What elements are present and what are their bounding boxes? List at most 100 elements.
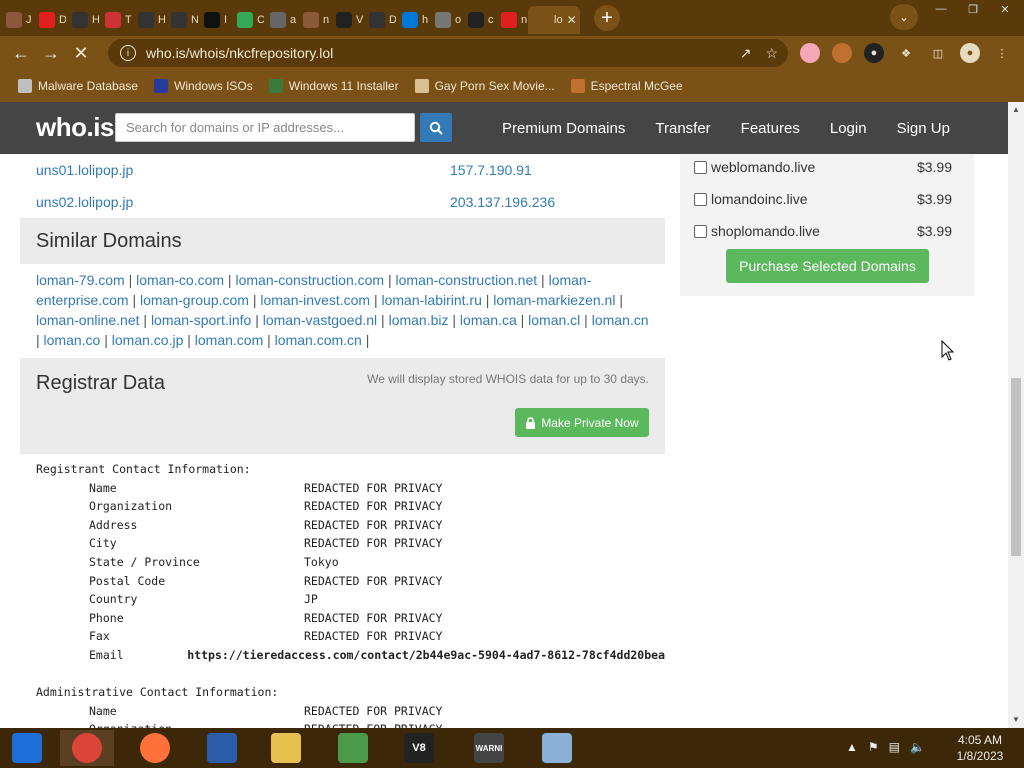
- make-private-button[interactable]: Make Private Now: [515, 408, 649, 437]
- minimize-icon[interactable]: —: [926, 0, 956, 18]
- forward-arrow-icon[interactable]: →: [36, 38, 66, 68]
- domain-checkbox[interactable]: [694, 224, 707, 238]
- nameserver-host[interactable]: uns01.lolipop.jp: [20, 162, 450, 178]
- close-window-icon[interactable]: ✕: [990, 0, 1020, 18]
- similar-domain-link[interactable]: loman-markiezen.nl: [493, 292, 615, 308]
- search-button[interactable]: [420, 113, 452, 142]
- scroll-up-icon[interactable]: ▲: [1012, 105, 1020, 114]
- similar-domain-link[interactable]: loman-group.com: [140, 292, 249, 308]
- restore-icon[interactable]: ❐: [958, 0, 988, 18]
- suggested-domain[interactable]: weblomando.live: [711, 159, 815, 175]
- back-arrow-icon[interactable]: ←: [6, 38, 36, 68]
- avatar-extension-icon[interactable]: [832, 43, 852, 63]
- profile-icon[interactable]: ●: [960, 43, 980, 63]
- browser-tab[interactable]: J: [0, 6, 33, 34]
- browser-tab[interactable]: C: [231, 6, 264, 34]
- warning-app[interactable]: WARNI: [462, 730, 516, 766]
- bookmark-item[interactable]: Windows 11 Installer: [268, 79, 399, 93]
- start-button[interactable]: [0, 730, 54, 766]
- browser-tab[interactable]: I: [198, 6, 231, 34]
- similar-domain-link[interactable]: loman-vastgoed.nl: [263, 312, 377, 328]
- scrollbar-thumb[interactable]: [1011, 378, 1021, 556]
- clock[interactable]: 4:05 AM 1/8/2023: [948, 732, 1012, 764]
- similar-domain-link[interactable]: loman-79.com: [36, 272, 125, 288]
- nav-sign-up[interactable]: Sign Up: [897, 120, 950, 137]
- similar-domain-link[interactable]: loman-invest.com: [260, 292, 370, 308]
- browser-tab[interactable]: N: [165, 6, 198, 34]
- domain-checkbox[interactable]: [694, 160, 707, 174]
- similar-domain-link[interactable]: loman.cl: [528, 312, 580, 328]
- tray-overflow-icon[interactable]: ▲: [846, 740, 858, 754]
- network-app[interactable]: [326, 730, 380, 766]
- suggested-domain[interactable]: lomandoinc.live: [711, 191, 808, 207]
- site-info-icon[interactable]: i: [120, 45, 136, 61]
- bookmark-item[interactable]: Gay Porn Sex Movie...: [414, 79, 555, 93]
- firefox-app[interactable]: [128, 730, 182, 766]
- share-icon[interactable]: ↗: [740, 45, 752, 62]
- similar-domain-link[interactable]: loman-construction.com: [235, 272, 384, 288]
- similar-domain-link[interactable]: loman.co.jp: [112, 332, 184, 348]
- nav-features[interactable]: Features: [741, 120, 800, 137]
- similar-domain-link[interactable]: loman.com.cn: [275, 332, 362, 348]
- bookmark-star-icon[interactable]: ☆: [765, 45, 778, 62]
- nameserver-ip[interactable]: 157.7.190.91: [450, 162, 532, 178]
- browser-tab[interactable]: h: [396, 6, 429, 34]
- browser-tab[interactable]: n: [297, 6, 330, 34]
- flag-extension-icon[interactable]: [800, 43, 820, 63]
- browser-tab[interactable]: T: [99, 6, 132, 34]
- close-tab-icon[interactable]: ✕: [567, 13, 580, 27]
- bookmark-item[interactable]: Malware Database: [18, 79, 138, 93]
- similar-domain-link[interactable]: loman-labirint.ru: [382, 292, 482, 308]
- tab-search-icon[interactable]: ⌄: [890, 4, 918, 30]
- similar-domain-link[interactable]: loman.cn: [592, 312, 649, 328]
- nameserver-ip[interactable]: 203.137.196.236: [450, 194, 555, 210]
- chrome-app[interactable]: [60, 730, 114, 766]
- similar-domain-link[interactable]: loman.com: [195, 332, 263, 348]
- side-panel-icon[interactable]: ◫: [928, 43, 948, 63]
- browser-tab[interactable]: o: [429, 6, 462, 34]
- similar-domain-link[interactable]: loman-online.net: [36, 312, 140, 328]
- glasses-extension-icon[interactable]: ●: [864, 43, 884, 63]
- address-bar[interactable]: i who.is/whois/nkcfrepository.lol ↗ ☆: [108, 39, 788, 67]
- suggested-domain[interactable]: shoplomando.live: [711, 223, 820, 239]
- page-scrollbar[interactable]: ▲ ▼: [1008, 102, 1024, 728]
- browser-tab[interactable]: V: [330, 6, 363, 34]
- browser-tab[interactable]: D: [363, 6, 396, 34]
- similar-domain-link[interactable]: loman.biz: [389, 312, 449, 328]
- network-icon[interactable]: ▤: [889, 740, 900, 754]
- browser-tab[interactable]: n: [495, 6, 528, 34]
- nav-login[interactable]: Login: [830, 120, 867, 137]
- similar-domain-link[interactable]: loman.co: [44, 332, 101, 348]
- file-explorer-app[interactable]: [259, 730, 313, 766]
- similar-domain-link[interactable]: loman.ca: [460, 312, 517, 328]
- volume-icon[interactable]: 🔈: [910, 740, 925, 754]
- bookmark-item[interactable]: Espectral McGee: [570, 79, 683, 93]
- v8-app[interactable]: V8: [392, 730, 446, 766]
- nav-transfer[interactable]: Transfer: [655, 120, 710, 137]
- scroll-down-icon[interactable]: ▼: [1012, 715, 1020, 724]
- domain-search-input[interactable]: Search for domains or IP addresses...: [115, 113, 415, 142]
- browser-tab[interactable]: c: [462, 6, 495, 34]
- url-text[interactable]: who.is/whois/nkcfrepository.lol: [146, 45, 333, 61]
- domain-checkbox[interactable]: [694, 192, 707, 206]
- similar-domain-link[interactable]: loman-sport.info: [151, 312, 251, 328]
- similar-domain-link[interactable]: loman-co.com: [136, 272, 224, 288]
- nameserver-host[interactable]: uns02.lolipop.jp: [20, 194, 450, 210]
- browser-tab[interactable]: H: [66, 6, 99, 34]
- site-logo[interactable]: who.is: [36, 112, 114, 143]
- similar-domain-link[interactable]: loman-construction.net: [396, 272, 538, 288]
- obama-logo-app[interactable]: [195, 730, 249, 766]
- menu-dots-icon[interactable]: ⋮: [992, 43, 1012, 63]
- disc-app[interactable]: [530, 730, 584, 766]
- new-tab-button[interactable]: +: [594, 5, 620, 31]
- stop-loading-icon[interactable]: ✕: [66, 38, 96, 68]
- browser-tab[interactable]: D: [33, 6, 66, 34]
- purchase-selected-button[interactable]: Purchase Selected Domains: [726, 249, 929, 283]
- browser-tab[interactable]: H: [132, 6, 165, 34]
- puzzle-icon[interactable]: ❖: [896, 43, 916, 63]
- bookmark-item[interactable]: Windows ISOs: [154, 79, 253, 93]
- nav-premium-domains[interactable]: Premium Domains: [502, 120, 625, 137]
- browser-tab[interactable]: lo ✕: [528, 6, 580, 34]
- browser-tab[interactable]: a: [264, 6, 297, 34]
- flag-icon[interactable]: ⚑: [868, 740, 879, 754]
